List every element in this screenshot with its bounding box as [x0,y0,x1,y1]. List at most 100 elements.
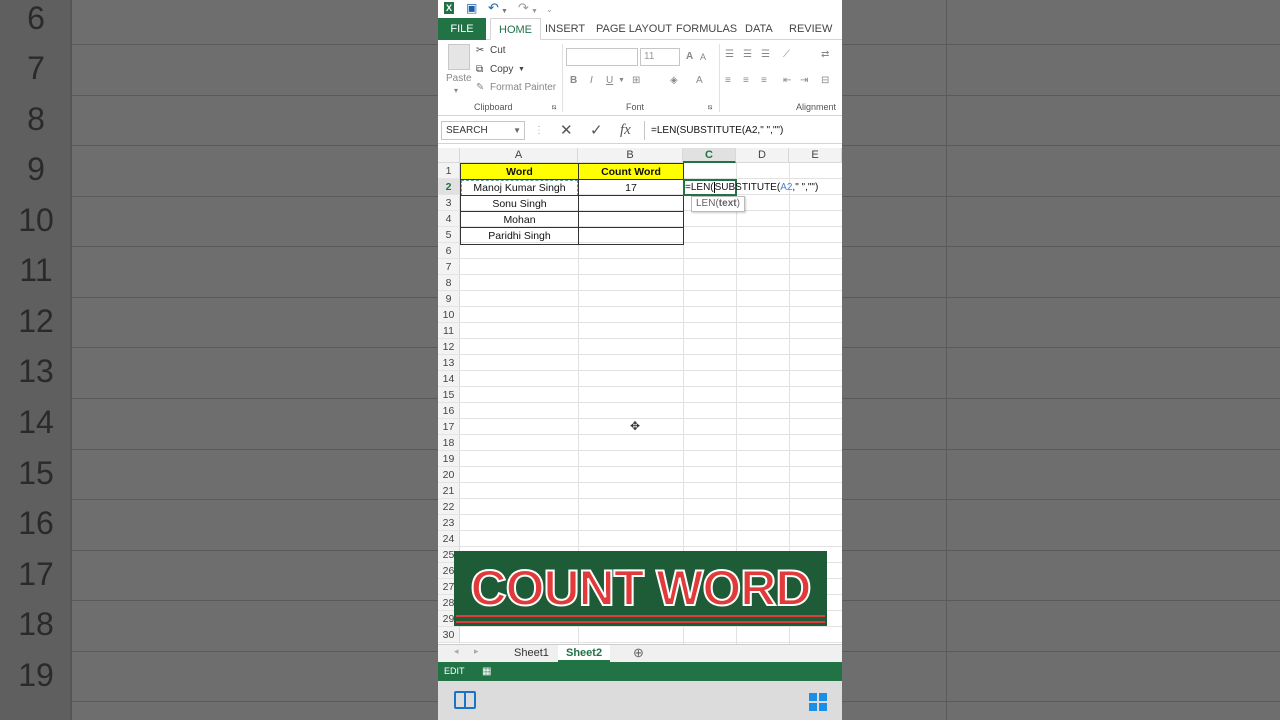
format-painter-button[interactable]: Format Painter [490,81,556,95]
row-header[interactable]: 5 [438,227,460,243]
tab-page-layout[interactable]: PAGE LAYOUT [596,18,672,40]
row-header[interactable]: 19 [438,451,460,467]
tab-insert[interactable]: INSERT [545,18,585,40]
save-icon[interactable]: ▣ [466,0,477,16]
merge-center-icon[interactable]: ⊟ [821,74,829,88]
align-right-icon[interactable]: ≡ [761,74,767,88]
tab-file[interactable]: FILE [438,18,486,40]
sheet-tab-sheet1[interactable]: Sheet1 [506,645,557,662]
borders-icon[interactable]: ⊞ [632,74,640,88]
top-align-icon[interactable]: ☰ [725,48,734,62]
row-header[interactable]: 3 [438,195,460,211]
c2-reference-a2: A2 [780,182,793,193]
row-header[interactable]: 2 [438,179,460,195]
name-box-dropdown-icon[interactable]: ▼ [513,122,521,139]
align-center-icon[interactable]: ≡ [743,74,749,88]
customize-qat-icon[interactable]: ⌄ [546,2,553,18]
column-header-e[interactable]: E [789,148,842,163]
formula-input[interactable]: =LEN(SUBSTITUTE(A2," ","") [644,121,842,140]
column-header-d[interactable]: D [736,148,789,163]
undo-icon[interactable]: ↶ [488,0,499,16]
paste-dropdown-icon[interactable]: ▾ [454,84,458,98]
row-header[interactable]: 11 [438,323,460,339]
windows-start-icon[interactable] [809,693,827,711]
c2-len-text: =LEN( [685,182,714,193]
font-name-input[interactable] [566,48,638,66]
paste-button[interactable]: Paste [446,72,472,86]
worksheet-grid[interactable]: A B C D E 1 2 3 4 5 6 7 8 9 10 11 12 13 14 15 16 17 18 19 2… [438,148,842,644]
next-sheet-icon[interactable]: ▸ [474,646,479,657]
grow-font-icon[interactable]: A [686,50,693,64]
orientation-icon[interactable]: ⟋ [783,48,790,62]
tooltip-fn: LEN( [696,198,719,209]
bold-button[interactable]: B [570,74,577,88]
row-header[interactable]: 6 [438,243,460,259]
backdrop-row-number: 19 [18,657,54,693]
paste-icon[interactable] [448,44,470,70]
row-header[interactable]: 17 [438,419,460,435]
sheet-tab-sheet2[interactable]: Sheet2 [558,645,611,662]
excel-logo-icon: X [444,2,455,14]
row-header[interactable]: 23 [438,515,460,531]
italic-button[interactable]: I [590,74,593,88]
increase-indent-icon[interactable]: ⇥ [800,74,808,88]
copy-dropdown-icon[interactable]: ▼ [518,63,525,77]
new-sheet-icon[interactable]: ⊕ [633,645,644,661]
fill-color-icon[interactable]: ◈ [670,74,678,88]
tab-home[interactable]: HOME [490,18,541,40]
column-header-a[interactable]: A [460,148,578,163]
align-left-icon[interactable]: ≡ [725,74,731,88]
font-color-icon[interactable]: A [696,74,703,88]
ribbon-home: Paste ▾ ✂ Cut ⧉ Copy ▼ ✎ Format Painter … [438,40,842,116]
clipboard-launcher-icon[interactable]: ⧅ [552,104,556,112]
shrink-font-icon[interactable]: A [700,50,706,64]
row-header[interactable]: 10 [438,307,460,323]
row-header[interactable]: 22 [438,499,460,515]
wrap-text-icon[interactable]: ⇄ [821,48,829,62]
backdrop-row-number: 9 [27,151,45,187]
underline-button[interactable]: U [606,74,613,88]
underline-dropdown-icon[interactable]: ▼ [618,74,625,88]
backdrop-row-number: 18 [18,606,54,642]
bottom-align-icon[interactable]: ☰ [761,48,770,62]
macro-record-icon[interactable]: ▦ [482,662,491,681]
enter-formula-icon[interactable]: ✓ [590,121,603,140]
tab-review[interactable]: REVIEW [789,18,832,40]
redo-icon[interactable]: ↷ [518,0,529,16]
formula-bar-handle-icon: ⋮ [534,125,544,136]
tab-data[interactable]: DATA [745,18,773,40]
cancel-formula-icon[interactable]: ✕ [560,121,573,140]
middle-align-icon[interactable]: ☰ [743,48,752,62]
row-header[interactable]: 7 [438,259,460,275]
decrease-indent-icon[interactable]: ⇤ [783,74,791,88]
row-header[interactable]: 24 [438,531,460,547]
row-header[interactable]: 20 [438,467,460,483]
font-launcher-icon[interactable]: ⧅ [708,104,712,112]
column-header-c[interactable]: C [683,148,736,163]
row-header[interactable]: 1 [438,163,460,179]
snap-layout-icon[interactable] [454,691,476,709]
row-header[interactable]: 15 [438,387,460,403]
row-header[interactable]: 9 [438,291,460,307]
excel-window: X ▣ ↶ ▼ ↷ ▼ ⌄ FILE HOME INSERT PAGE LAYO… [438,0,842,720]
column-header-b[interactable]: B [578,148,683,163]
name-box[interactable]: SEARCH ▼ [441,121,525,140]
row-header[interactable]: 4 [438,211,460,227]
select-all-corner[interactable] [438,148,460,163]
copy-icon: ⧉ [476,64,484,75]
cell-c2-editor[interactable]: =LEN(SUBSTITUTE(A2," ","") [685,180,818,196]
copy-button[interactable]: Copy [490,63,513,77]
insert-function-icon[interactable]: fx [620,121,631,140]
row-header[interactable]: 30 [438,627,460,643]
row-header[interactable]: 18 [438,435,460,451]
row-header[interactable]: 13 [438,355,460,371]
tab-formulas[interactable]: FORMULAS [676,18,737,40]
row-header[interactable]: 21 [438,483,460,499]
row-header[interactable]: 12 [438,339,460,355]
prev-sheet-icon[interactable]: ◂ [454,646,459,657]
row-header[interactable]: 16 [438,403,460,419]
row-header[interactable]: 8 [438,275,460,291]
row-header[interactable]: 14 [438,371,460,387]
cut-button[interactable]: Cut [490,44,506,58]
font-size-input[interactable]: 11 [640,48,680,66]
